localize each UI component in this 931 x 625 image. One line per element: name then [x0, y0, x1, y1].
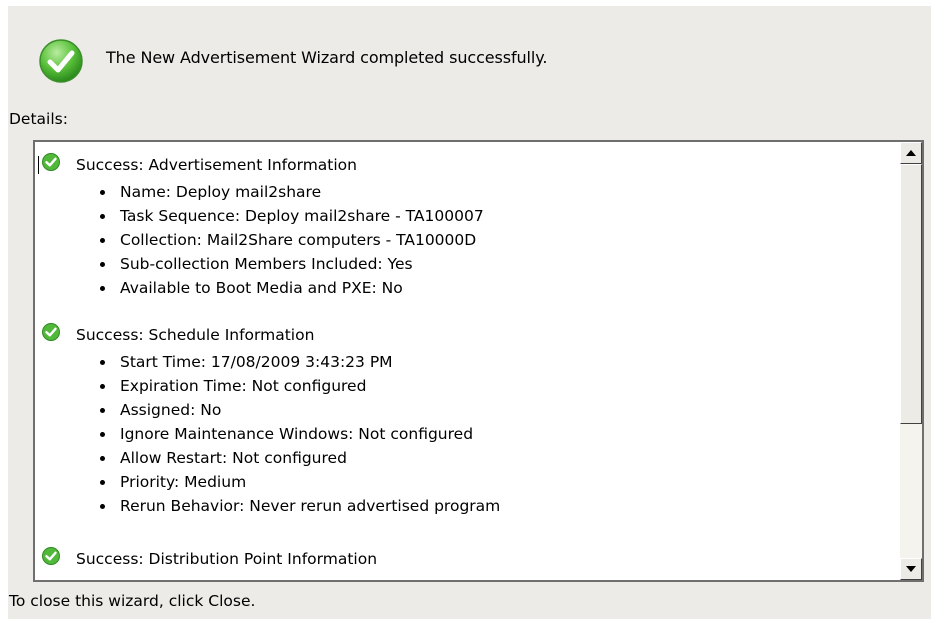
section-title: Success: Distribution Point Information [76, 550, 378, 568]
vertical-scrollbar[interactable] [900, 142, 922, 580]
list-item: Task Sequence: Deploy mail2share - TA100… [98, 204, 484, 228]
scroll-up-button[interactable] [900, 142, 922, 164]
list-item: Priority: Medium [98, 470, 500, 494]
scroll-down-button[interactable] [900, 558, 922, 580]
close-instruction: To close this wizard, click Close. [9, 592, 256, 610]
arrow-up-icon [906, 150, 916, 156]
list-item: Ignore Maintenance Windows: Not configur… [98, 422, 500, 446]
success-check-icon [42, 547, 60, 565]
section-item-list: Name: Deploy mail2share Task Sequence: D… [98, 180, 484, 300]
details-content: Success: Advertisement Information Name:… [35, 142, 898, 580]
wizard-completion-panel: The New Advertisement Wizard completed s… [8, 6, 931, 619]
list-item: Collection: Mail2Share computers - TA100… [98, 228, 484, 252]
list-item: Assigned: No [98, 398, 500, 422]
list-item: Expiration Time: Not configured [98, 374, 500, 398]
list-item: Rerun Behavior: Never rerun advertised p… [98, 494, 500, 518]
completion-message: The New Advertisement Wizard completed s… [106, 48, 548, 67]
success-check-icon [42, 153, 60, 171]
details-list-box[interactable]: Success: Advertisement Information Name:… [33, 140, 924, 582]
section-item-list: Start Time: 17/08/2009 3:43:23 PM Expira… [98, 350, 500, 518]
success-check-icon [39, 39, 83, 83]
scroll-thumb[interactable] [900, 164, 922, 424]
list-item: Sub-collection Members Included: Yes [98, 252, 484, 276]
section-title: Success: Schedule Information [76, 326, 315, 344]
details-label: Details: [9, 110, 68, 128]
success-check-icon [42, 323, 60, 341]
list-item: Allow Restart: Not configured [98, 446, 500, 470]
list-item: Start Time: 17/08/2009 3:43:23 PM [98, 350, 500, 374]
arrow-down-icon [906, 566, 916, 572]
section-title: Success: Advertisement Information [76, 156, 357, 174]
text-caret [38, 156, 39, 174]
list-item: Available to Boot Media and PXE: No [98, 276, 484, 300]
list-item: Name: Deploy mail2share [98, 180, 484, 204]
